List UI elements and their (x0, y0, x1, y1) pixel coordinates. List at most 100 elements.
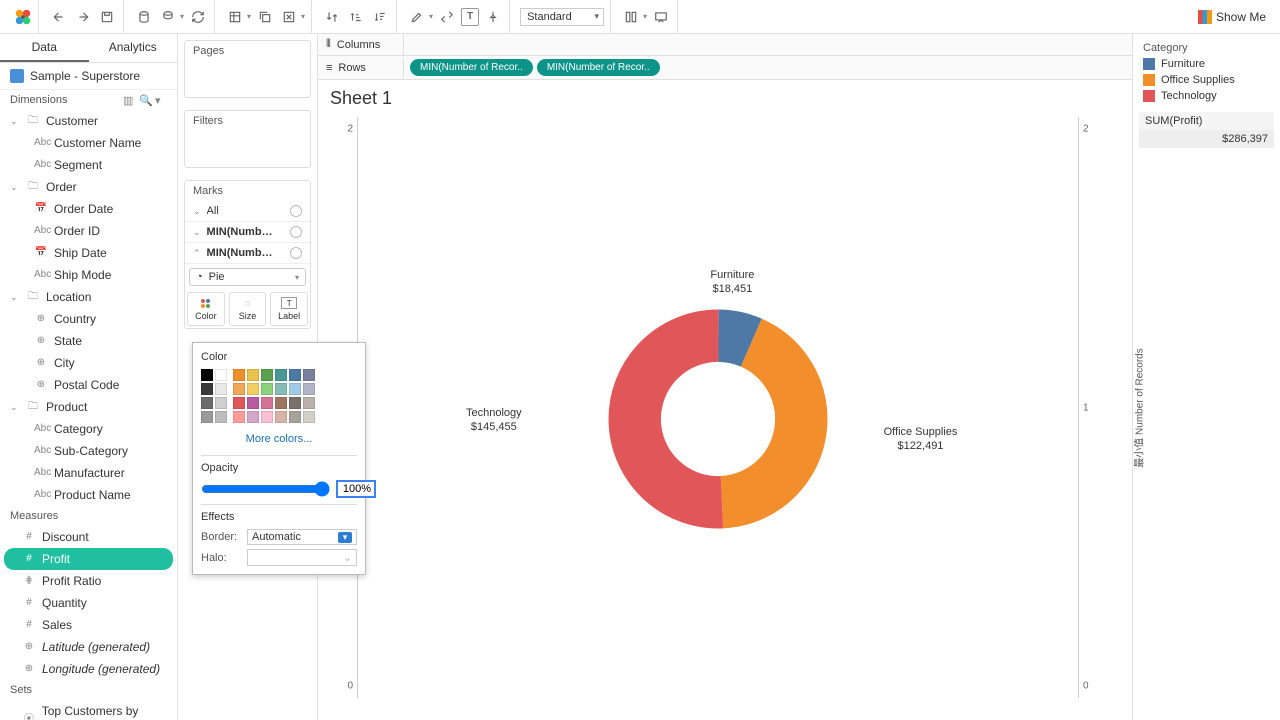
color-swatch[interactable] (215, 397, 227, 409)
color-swatch[interactable] (261, 397, 273, 409)
field-quantity[interactable]: #Quantity (0, 592, 177, 614)
tab-analytics[interactable]: Analytics (89, 34, 178, 62)
marks-layer-2[interactable]: ⌃MIN(Numb… (185, 243, 310, 264)
legend-item-furniture[interactable]: Furniture (1139, 56, 1274, 72)
rows-shelf[interactable]: MIN(Number of Recor.. MIN(Number of Reco… (404, 56, 1132, 79)
redo-icon[interactable] (73, 7, 93, 27)
folder-customer[interactable]: ⌄🗀Customer (0, 110, 177, 132)
color-swatch[interactable] (275, 383, 287, 395)
field-state[interactable]: ⊕State (0, 330, 177, 352)
color-swatch[interactable] (201, 383, 213, 395)
color-swatch[interactable] (275, 369, 287, 381)
show-me-button[interactable]: Show Me (1192, 8, 1272, 26)
field-top-customers-set[interactable]: ⦿Top Customers by Profit (0, 700, 177, 720)
refresh-icon[interactable] (188, 7, 208, 27)
color-swatch[interactable] (233, 411, 245, 423)
highlight-icon[interactable] (407, 7, 427, 27)
pill-min-records-2[interactable]: MIN(Number of Recor.. (537, 59, 660, 76)
datasource-item[interactable]: Sample - Superstore (0, 63, 177, 90)
color-swatch[interactable] (247, 397, 259, 409)
view-list-icon[interactable]: ▥ (123, 94, 135, 106)
color-swatch[interactable] (233, 383, 245, 395)
text-label-icon[interactable]: T (461, 8, 479, 26)
columns-shelf[interactable] (404, 42, 1132, 48)
opacity-slider[interactable] (201, 481, 330, 497)
color-swatch[interactable] (201, 411, 213, 423)
opacity-input[interactable] (336, 480, 376, 498)
color-swatch[interactable] (247, 369, 259, 381)
color-swatch[interactable] (303, 397, 315, 409)
field-category[interactable]: AbcCategory (0, 418, 177, 440)
color-swatch[interactable] (303, 411, 315, 423)
color-swatch[interactable] (233, 397, 245, 409)
duplicate-icon[interactable] (255, 7, 275, 27)
marks-label-button[interactable]: TLabel (270, 292, 308, 326)
field-longitude[interactable]: ⊕Longitude (generated) (0, 658, 177, 680)
show-cards-icon[interactable] (621, 7, 641, 27)
color-swatch[interactable] (261, 369, 273, 381)
fields-menu-icon[interactable]: ▾ (155, 94, 167, 106)
field-profit[interactable]: #Profit (4, 548, 173, 570)
color-swatch[interactable] (233, 369, 245, 381)
sheet-title[interactable]: Sheet 1 (318, 80, 1132, 117)
field-ship-mode[interactable]: AbcShip Mode (0, 264, 177, 286)
swap-icon[interactable] (322, 7, 342, 27)
mark-type-select[interactable]: ◔Pie▾ (189, 268, 306, 286)
more-colors-link[interactable]: More colors... (201, 429, 357, 449)
chart-body[interactable]: Furniture$18,451 Office Supplies$122,491… (358, 117, 1078, 720)
legend-item-office[interactable]: Office Supplies (1139, 72, 1274, 88)
field-latitude[interactable]: ⊕Latitude (generated) (0, 636, 177, 658)
field-profit-ratio[interactable]: ⋕Profit Ratio (0, 570, 177, 592)
new-datasource-icon[interactable] (134, 7, 154, 27)
color-swatch[interactable] (261, 411, 273, 423)
pages-shelf[interactable]: Pages (185, 41, 310, 61)
color-swatch[interactable] (201, 369, 213, 381)
search-fields-icon[interactable]: 🔍 (139, 94, 151, 106)
color-swatch[interactable] (215, 411, 227, 423)
new-worksheet-icon[interactable] (225, 7, 245, 27)
sort-desc-icon[interactable] (370, 7, 390, 27)
pause-updates-icon[interactable] (158, 7, 178, 27)
tab-data[interactable]: Data (0, 34, 89, 62)
field-order-date[interactable]: 📅Order Date (0, 198, 177, 220)
color-swatch[interactable] (275, 411, 287, 423)
presentation-icon[interactable] (651, 7, 671, 27)
color-swatch[interactable] (261, 383, 273, 395)
field-city[interactable]: ⊕City (0, 352, 177, 374)
color-swatch[interactable] (303, 383, 315, 395)
marks-size-button[interactable]: ◌Size (229, 292, 267, 326)
sort-asc-icon[interactable] (346, 7, 366, 27)
field-segment[interactable]: AbcSegment (0, 154, 177, 176)
slice-technology[interactable] (635, 335, 802, 502)
marks-color-button[interactable]: Color (187, 292, 225, 326)
color-swatch[interactable] (303, 369, 315, 381)
filters-shelf[interactable]: Filters (185, 111, 310, 131)
color-swatch[interactable] (289, 411, 301, 423)
fit-select[interactable]: Standard (520, 8, 604, 26)
pill-min-records-1[interactable]: MIN(Number of Recor.. (410, 59, 533, 76)
folder-product[interactable]: ⌄🗀Product (0, 396, 177, 418)
color-swatch[interactable] (201, 397, 213, 409)
color-swatch[interactable] (247, 383, 259, 395)
field-manufacturer[interactable]: AbcManufacturer (0, 462, 177, 484)
color-swatch[interactable] (289, 369, 301, 381)
field-customer-name[interactable]: AbcCustomer Name (0, 132, 177, 154)
marks-layer-1[interactable]: ⌄MIN(Numb… (185, 222, 310, 243)
pin-icon[interactable] (483, 7, 503, 27)
folder-location[interactable]: ⌄🗀Location (0, 286, 177, 308)
color-swatch[interactable] (215, 383, 227, 395)
field-order-id[interactable]: AbcOrder ID (0, 220, 177, 242)
undo-icon[interactable] (49, 7, 69, 27)
color-swatch[interactable] (289, 383, 301, 395)
field-subcategory[interactable]: AbcSub-Category (0, 440, 177, 462)
save-icon[interactable] (97, 7, 117, 27)
border-select[interactable]: Automatic▾ (247, 529, 357, 545)
field-country[interactable]: ⊕Country (0, 308, 177, 330)
field-sales[interactable]: #Sales (0, 614, 177, 636)
color-swatch[interactable] (275, 397, 287, 409)
legend-item-tech[interactable]: Technology (1139, 88, 1274, 104)
folder-order[interactable]: ⌄🗀Order (0, 176, 177, 198)
clear-sheet-icon[interactable] (279, 7, 299, 27)
color-swatch[interactable] (215, 369, 227, 381)
field-product-name[interactable]: AbcProduct Name (0, 484, 177, 506)
